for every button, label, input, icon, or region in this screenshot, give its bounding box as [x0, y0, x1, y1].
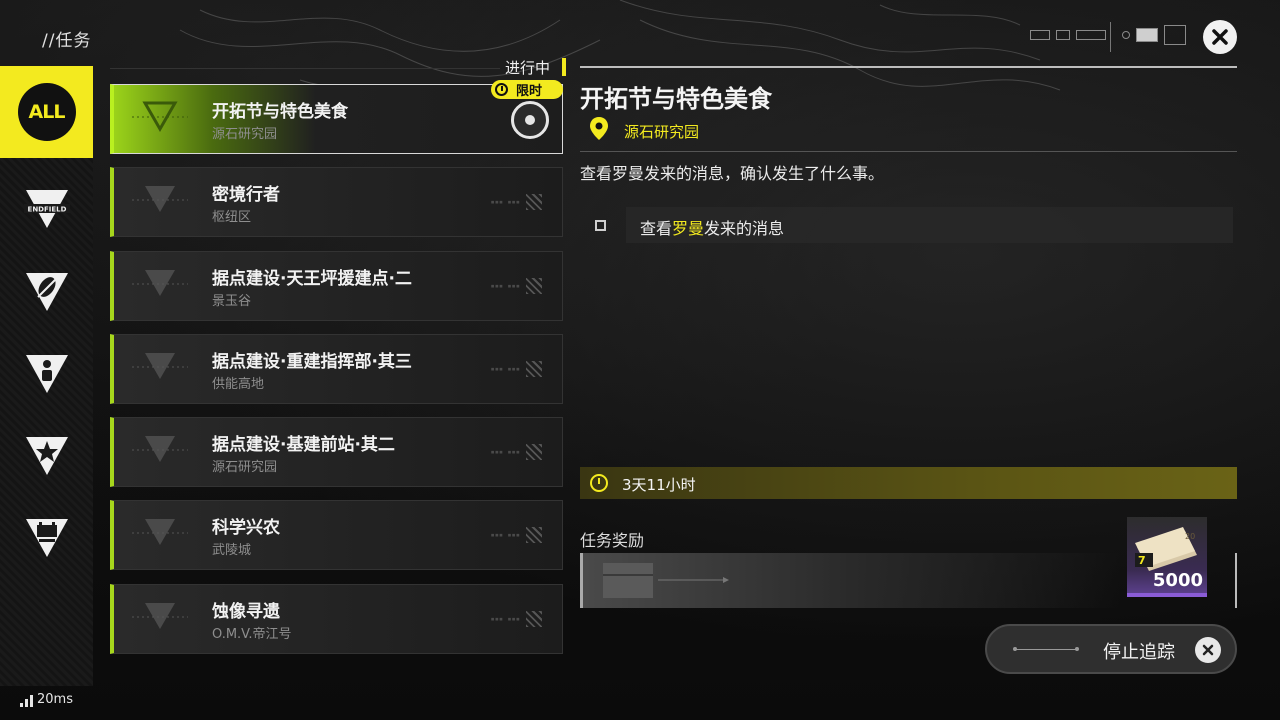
- objective-checkbox: [595, 220, 606, 231]
- crate-icon: [603, 563, 729, 598]
- quest-item[interactable]: 密境行者 枢纽区 ▪▪▪ ▪▪▪: [110, 167, 563, 237]
- category-star[interactable]: [0, 410, 93, 502]
- quest-location: 供能高地: [212, 377, 265, 392]
- detail-top-line: [580, 66, 1237, 68]
- leaf-quest-icon: [132, 353, 188, 379]
- quest-location: 源石研究园: [212, 127, 278, 142]
- objective-highlight: 罗曼: [672, 219, 705, 238]
- quest-type-icon: [132, 101, 188, 133]
- stop-decoration: [1013, 647, 1079, 651]
- category-character[interactable]: [0, 328, 93, 420]
- quest-decoration: ▪▪▪ ▪▪▪: [490, 444, 542, 460]
- header-divider: [1110, 22, 1111, 52]
- quest-item[interactable]: 科学兴农 武陵城 ▪▪▪ ▪▪▪: [110, 500, 563, 570]
- header-decoration: [1030, 20, 1106, 50]
- in-progress-marker: [562, 58, 566, 76]
- objective-text: 查看罗曼发来的消息: [640, 219, 785, 238]
- quest-location: O.M.V.帝江号: [212, 627, 292, 642]
- quest-detail-location: 源石研究园: [624, 123, 700, 141]
- svg-text:20: 20: [1185, 532, 1195, 541]
- ping-value: 20ms: [37, 692, 73, 707]
- limited-label: 限时: [516, 84, 543, 99]
- clock-icon: [495, 83, 508, 96]
- cash-bundle-icon: 7 20: [1135, 527, 1197, 571]
- all-badge: ALL: [17, 83, 76, 141]
- category-all[interactable]: ALL: [0, 66, 93, 158]
- endfield-quest-icon: [132, 186, 188, 212]
- header-decoration-right: [1122, 20, 1186, 50]
- endfield-icon: ENDFIELD: [23, 190, 70, 228]
- quest-name: 据点建设·重建指挥部·其三: [212, 352, 412, 372]
- reward-item-money[interactable]: 7 20 5000: [1127, 517, 1207, 597]
- tracking-target-icon[interactable]: [511, 101, 549, 139]
- location-pin-icon: [590, 117, 608, 140]
- leaf-quest-icon: [132, 270, 188, 296]
- quest-name: 蚀像寻遗: [212, 602, 280, 622]
- quest-decoration: ▪▪▪ ▪▪▪: [490, 611, 542, 627]
- stop-tracking-button[interactable]: 停止追踪: [985, 624, 1237, 674]
- quest-decoration: ▪▪▪ ▪▪▪: [490, 361, 542, 377]
- quest-description: 查看罗曼发来的消息，确认发生了什么事。: [580, 164, 885, 183]
- detail-separator: [580, 151, 1237, 152]
- quest-detail-title: 开拓节与特色美食: [580, 85, 772, 113]
- quest-name: 据点建设·天王坪援建点·二: [212, 269, 412, 289]
- building-icon: [25, 519, 68, 557]
- stop-tracking-label: 停止追踪: [1103, 642, 1175, 663]
- time-remaining: 3天11小时: [622, 476, 696, 494]
- close-icon: [1212, 29, 1228, 45]
- category-exploration[interactable]: [0, 246, 93, 338]
- category-rail: ALL ENDFIELD: [0, 66, 93, 686]
- signal-bars-icon: [20, 695, 33, 707]
- quest-decoration: ▪▪▪ ▪▪▪: [490, 278, 542, 294]
- quest-item[interactable]: 据点建设·基建前站·其二 源石研究园 ▪▪▪ ▪▪▪: [110, 417, 563, 487]
- category-endfield[interactable]: ENDFIELD: [0, 164, 93, 256]
- quest-location: 景玉谷: [212, 294, 252, 309]
- star-icon: [25, 437, 68, 475]
- quest-name: 开拓节与特色美食: [212, 102, 348, 122]
- reward-edge: [1235, 553, 1237, 608]
- list-divider: [110, 68, 500, 69]
- quest-location: 源石研究园: [212, 460, 278, 475]
- person-icon: [25, 355, 68, 393]
- in-progress-label: 进行中: [505, 59, 551, 77]
- quest-location: 武陵城: [212, 543, 252, 558]
- quest-name: 据点建设·基建前站·其二: [212, 435, 395, 455]
- quest-item[interactable]: 据点建设·重建指挥部·其三 供能高地 ▪▪▪ ▪▪▪: [110, 334, 563, 404]
- leaf-quest-icon: [132, 603, 188, 629]
- quest-location: 枢纽区: [212, 210, 252, 225]
- svg-text:7: 7: [1138, 554, 1146, 567]
- reward-strip: [580, 553, 1120, 608]
- leaf-quest-icon: [132, 519, 188, 545]
- quest-item[interactable]: 蚀像寻遗 O.M.V.帝江号 ▪▪▪ ▪▪▪: [110, 584, 563, 654]
- leaf-icon: [25, 273, 68, 311]
- page-title: //任务: [42, 31, 92, 51]
- quest-name: 密境行者: [212, 185, 280, 205]
- svg-text:ENDFIELD: ENDFIELD: [27, 206, 66, 214]
- reward-title: 任务奖励: [580, 531, 645, 550]
- leaf-quest-icon: [132, 436, 188, 462]
- quest-decoration: ▪▪▪ ▪▪▪: [490, 194, 542, 210]
- quest-name: 科学兴农: [212, 518, 280, 538]
- reward-quantity: 5000: [1152, 570, 1203, 591]
- clock-icon: [590, 474, 608, 492]
- category-base[interactable]: [0, 492, 93, 584]
- network-ping: 20ms: [20, 692, 73, 707]
- quest-item[interactable]: 据点建设·天王坪援建点·二 景玉谷 ▪▪▪ ▪▪▪: [110, 251, 563, 321]
- quest-decoration: ▪▪▪ ▪▪▪: [490, 527, 542, 543]
- close-button[interactable]: [1203, 20, 1237, 54]
- close-circle-icon: [1195, 637, 1221, 663]
- limited-badge: 限时: [491, 80, 563, 99]
